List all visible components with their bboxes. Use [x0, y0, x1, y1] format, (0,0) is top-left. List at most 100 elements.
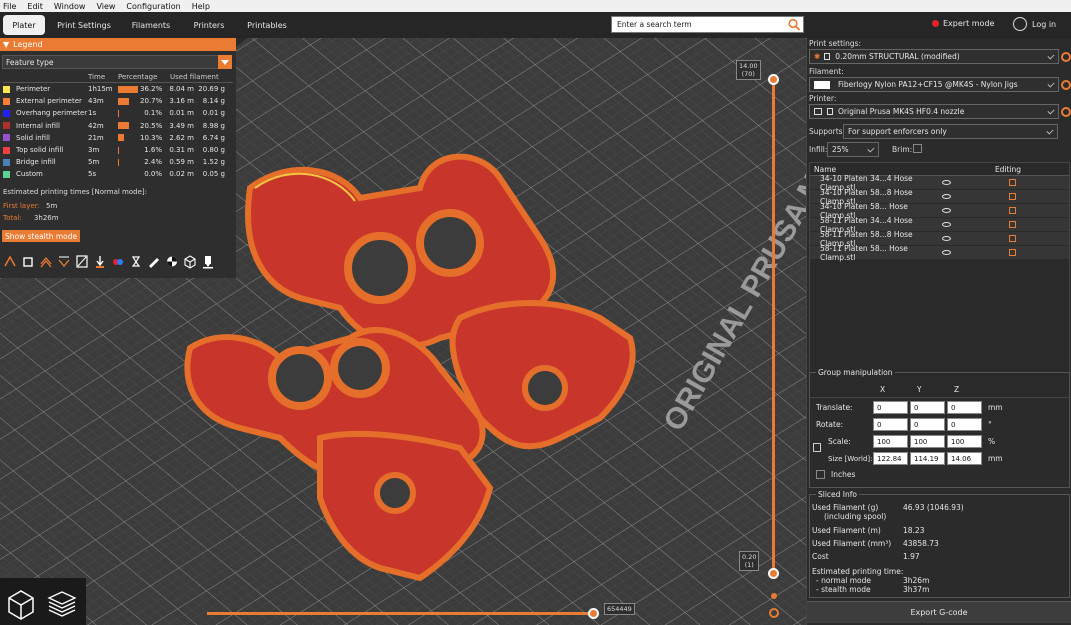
color-changes-icon[interactable]: [111, 254, 125, 269]
infill-combo[interactable]: 25%: [827, 142, 879, 157]
legend-row[interactable]: Bridge infill 5m 2.4% 0.59 m 1.52 g: [3, 156, 233, 168]
translate-z-input[interactable]: 0: [947, 401, 982, 414]
menu-edit[interactable]: Edit: [27, 2, 43, 11]
feature-color-swatch: [3, 170, 10, 178]
scale-y-input[interactable]: 100: [910, 435, 945, 448]
menu-window[interactable]: Window: [54, 2, 86, 11]
chevron-down-icon: [867, 145, 875, 153]
export-gcode-button[interactable]: Export G-code: [807, 601, 1071, 623]
legend-row[interactable]: Overhang perimeter 1s 0.1% 0.01 m 0.01 g: [3, 107, 233, 119]
feature-name: Internal infill: [16, 121, 60, 130]
legend-row[interactable]: Internal infill 42m 20.5% 3.49 m 8.98 g: [3, 120, 233, 132]
translate-y-input[interactable]: 0: [910, 401, 945, 414]
eye-icon[interactable]: [942, 250, 951, 255]
top-layer-handle[interactable]: [768, 74, 779, 85]
feature-name: Bridge infill: [16, 158, 56, 167]
brim-checkbox[interactable]: [913, 144, 922, 153]
filament-edit-icon[interactable]: [1061, 80, 1071, 90]
edit-settings-icon[interactable]: [1009, 235, 1016, 242]
printer-edit-icon[interactable]: [1061, 107, 1071, 117]
eye-icon[interactable]: [942, 208, 951, 213]
edit-settings-icon[interactable]: [1009, 221, 1016, 228]
seams-icon[interactable]: [75, 254, 89, 269]
rotate-y-input[interactable]: 0: [910, 418, 945, 431]
scale-lock-icon[interactable]: [813, 443, 821, 452]
eye-icon[interactable]: [942, 180, 951, 185]
search-icon[interactable]: [787, 18, 801, 31]
feature-grams: 1.52 g: [202, 158, 225, 167]
translate-x-input[interactable]: 0: [873, 401, 908, 414]
eye-icon[interactable]: [942, 194, 951, 199]
print-settings-combo[interactable]: ✱ 0.20mm STRUCTURAL (modified): [809, 49, 1059, 64]
scale-z-input[interactable]: 100: [947, 435, 982, 448]
dropdown-arrow-icon[interactable]: [218, 55, 232, 69]
collapse-triangle-icon[interactable]: ▼: [3, 40, 9, 49]
feature-percentage-bar: [118, 109, 140, 117]
tab-filaments[interactable]: Filaments: [126, 15, 176, 35]
legend-row[interactable]: Top solid infill 3m 1.6% 0.31 m 0.80 g: [3, 144, 233, 156]
slider-settings-icon[interactable]: [767, 588, 781, 622]
edit-settings-icon[interactable]: [1009, 249, 1016, 256]
legend-row[interactable]: Custom 5s 0.0% 0.02 m 0.05 g: [3, 168, 233, 180]
feature-grams: 8.98 g: [202, 121, 225, 130]
bottom-layer-handle[interactable]: [768, 568, 779, 579]
legend-row[interactable]: Perimeter 1h15m 36.2% 8.04 m 20.69 g: [3, 83, 233, 95]
tab-print-settings[interactable]: Print Settings: [53, 15, 115, 35]
scale-x-input[interactable]: 100: [873, 435, 908, 448]
mode-selector[interactable]: Expert mode: [932, 19, 994, 28]
search-input[interactable]: Enter a search term: [611, 16, 804, 33]
edit-settings-icon[interactable]: [1009, 207, 1016, 214]
menu-configuration[interactable]: Configuration: [126, 2, 180, 11]
object-row[interactable]: 58-11 Platen 58... Hose Clamp.stl: [810, 244, 1069, 262]
inches-checkbox[interactable]: [816, 470, 825, 479]
move-slider-track[interactable]: [207, 612, 593, 615]
supports-combo[interactable]: For support enforcers only: [843, 124, 1058, 139]
center-of-gravity-icon[interactable]: [165, 254, 179, 269]
view-type-select[interactable]: Feature type: [2, 55, 232, 69]
size-x-input[interactable]: 122.84: [873, 452, 908, 465]
tab-printers[interactable]: Printers: [186, 15, 232, 35]
eye-icon[interactable]: [942, 222, 951, 227]
edit-settings-icon[interactable]: [1009, 179, 1016, 186]
filament-value: Fiberlogy Nylon PA12+CF15 @MK4S - Nylon …: [838, 80, 1018, 89]
feature-meters: 0.01 m: [169, 109, 194, 118]
feature-grams: 0.05 g: [202, 170, 225, 179]
layer-slider-track[interactable]: [772, 78, 775, 573]
chevron-down-icon: [1046, 127, 1054, 135]
travel-icon[interactable]: [3, 254, 17, 269]
tab-plater[interactable]: Plater: [3, 15, 45, 35]
rotate-z-input[interactable]: 0: [947, 418, 982, 431]
legend-header[interactable]: ▼ Legend: [0, 38, 236, 51]
size-y-input[interactable]: 114.19: [910, 452, 945, 465]
tool-changes-icon[interactable]: [93, 254, 107, 269]
filament-combo[interactable]: Fiberlogy Nylon PA12+CF15 @MK4S - Nylon …: [809, 77, 1059, 92]
legend-row[interactable]: External perimeter 43m 20.7% 3.16 m 8.14 g: [3, 95, 233, 107]
move-slider-handle[interactable]: [588, 608, 599, 619]
tab-printables[interactable]: Printables: [242, 15, 292, 35]
3d-view-icon[interactable]: [4, 586, 38, 620]
shells-icon[interactable]: [183, 254, 197, 269]
preview-layers-icon[interactable]: [45, 586, 79, 620]
menu-bar: File Edit Window View Configuration Help: [0, 0, 1071, 12]
edit-settings-icon[interactable]: [1009, 193, 1016, 200]
3d-viewport[interactable]: ORIGINAL PRUSA MK ▼ Legend Feature type …: [0, 38, 806, 625]
custom-gcodes-icon[interactable]: [147, 254, 161, 269]
printer-combo[interactable]: Original Prusa MK4S HF0.4 nozzle: [809, 104, 1059, 119]
feature-percentage-bar: [118, 171, 140, 178]
pause-prints-icon[interactable]: [129, 254, 143, 269]
rotate-x-input[interactable]: 0: [873, 418, 908, 431]
eye-icon[interactable]: [942, 236, 951, 241]
wipe-icon[interactable]: [21, 254, 35, 269]
lock-icon: [824, 53, 831, 60]
show-stealth-mode-button[interactable]: Show stealth mode: [2, 230, 81, 242]
login-button[interactable]: Log in: [1013, 17, 1056, 31]
print-settings-edit-icon[interactable]: [1061, 52, 1071, 62]
menu-view[interactable]: View: [96, 2, 115, 11]
deretractions-icon[interactable]: [57, 254, 71, 269]
legend-row[interactable]: Solid infill 21m 10.3% 2.62 m 6.74 g: [3, 132, 233, 144]
tool-marker-icon[interactable]: [201, 254, 215, 269]
menu-help[interactable]: Help: [192, 2, 210, 11]
size-z-input[interactable]: 14.06: [947, 452, 982, 465]
menu-file[interactable]: File: [3, 2, 16, 11]
retractions-icon[interactable]: [39, 254, 53, 269]
